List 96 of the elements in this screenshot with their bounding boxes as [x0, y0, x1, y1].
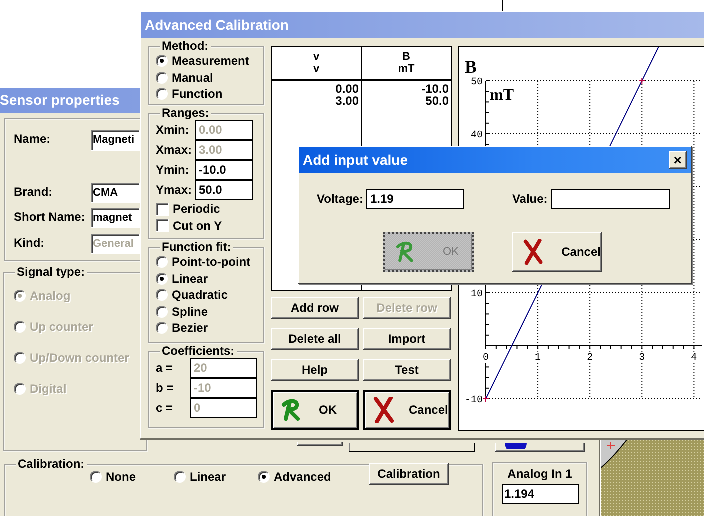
axis-title: B — [465, 57, 478, 77]
option-label: Point-to-point — [172, 255, 251, 270]
value-field[interactable]: 1.194 — [502, 484, 578, 504]
unit-label: mT — [490, 87, 514, 104]
option-label: Digital — [30, 382, 67, 396]
field-label: c = — [156, 400, 174, 416]
button[interactable]: Delete all — [271, 328, 359, 350]
option-label: Function — [172, 87, 223, 102]
field-label: Brand: — [14, 184, 54, 200]
option-label: Measurement — [172, 54, 250, 68]
radio-button[interactable] — [156, 322, 168, 334]
radio-button[interactable] — [156, 55, 168, 68]
checkbox[interactable] — [156, 202, 169, 216]
column-header: v — [312, 63, 321, 75]
cross-icon — [373, 397, 395, 423]
button[interactable] — [297, 442, 343, 446]
close-button[interactable]: × — [669, 151, 687, 169]
input-field[interactable]: 50.0 — [195, 180, 253, 200]
input-field[interactable]: CMA — [91, 183, 140, 203]
tick-label: 2 — [587, 353, 594, 364]
option-label: Linear — [172, 272, 208, 286]
option-label: None — [106, 470, 136, 484]
input-field[interactable]: magnet — [91, 208, 140, 228]
radio-button[interactable] — [156, 289, 168, 302]
button[interactable]: Add row — [271, 297, 359, 319]
field-label: Xmin: — [156, 122, 190, 138]
tick-label: -10 — [464, 396, 483, 406]
radio-button[interactable] — [90, 471, 102, 484]
input-field[interactable]: -10.0 — [195, 160, 253, 180]
group-label: Ranges: — [161, 107, 210, 120]
field-label: Short Name: — [14, 209, 86, 224]
ok-button[interactable]: OK — [271, 390, 359, 430]
cross-icon — [523, 239, 544, 265]
field-label: Ymin: — [156, 162, 190, 178]
group-label: Calibration: — [17, 458, 86, 471]
button[interactable]: Import — [363, 328, 451, 350]
option-label: Up/Down counter — [30, 351, 130, 366]
radio-button[interactable] — [156, 306, 168, 318]
field-label: Voltage: — [317, 192, 364, 206]
option-label: Periodic — [173, 202, 220, 216]
group-label: Signal type: — [16, 266, 86, 279]
window-title: Add input value — [303, 152, 408, 168]
radio-button[interactable] — [258, 471, 270, 484]
button[interactable] — [495, 443, 585, 452]
input-field[interactable]: 1.19 — [366, 189, 464, 209]
input-field[interactable] — [349, 443, 475, 452]
radio-button[interactable] — [156, 88, 168, 100]
calibration-button[interactable]: Calibration — [369, 463, 449, 486]
button[interactable]: Help — [271, 359, 359, 381]
cancel-button[interactable]: Cancel — [512, 232, 602, 272]
option-label: Cut on Y — [173, 218, 222, 233]
tick-label: 10 — [470, 290, 483, 300]
checkbox[interactable] — [156, 219, 169, 232]
field-label: Kind: — [14, 235, 46, 250]
cancel-button[interactable]: Cancel — [363, 390, 451, 430]
radio-button[interactable] — [156, 272, 168, 285]
point-marker — [638, 78, 646, 84]
option-label: Analog — [30, 289, 71, 304]
column-header: v — [312, 51, 321, 63]
input-field[interactable]: Magneti — [91, 130, 140, 150]
window-title: Sensor properties — [0, 92, 120, 109]
table-cell: 3.00 — [336, 95, 359, 107]
radio-button[interactable] — [156, 256, 168, 268]
point-marker — [482, 396, 490, 402]
table-cell: -10.0 — [422, 83, 449, 95]
window-title: Advanced Calibration — [145, 16, 289, 34]
panel-label: Analog In 1 — [508, 467, 572, 482]
group-label: Coefficients: — [161, 345, 236, 358]
option-label: Spline — [172, 304, 208, 319]
column-header: mT — [397, 63, 416, 75]
table-cell: 0.00 — [336, 83, 359, 95]
field-label: Value: — [512, 192, 548, 206]
field-label: b = — [156, 380, 175, 396]
group-label: Function fit: — [161, 241, 232, 254]
field-label: Xmax: — [156, 142, 192, 158]
option-label: Quadratic — [172, 288, 228, 302]
tick-label: 0 — [483, 353, 489, 364]
radio-button[interactable] — [174, 471, 186, 484]
field-label: a = — [156, 360, 174, 376]
group-label: Method: — [161, 40, 210, 53]
field-label: Name: — [14, 131, 52, 146]
button[interactable]: Test — [363, 359, 451, 381]
option-label: Manual — [172, 70, 214, 85]
tick-label: 4 — [691, 353, 698, 364]
option-label: Bezier — [172, 321, 208, 336]
tick-label: 50 — [470, 78, 483, 88]
field-label: Ymax: — [156, 182, 192, 198]
radio-button[interactable] — [156, 72, 168, 84]
tick-label: 3 — [639, 353, 646, 364]
table-cell: 50.0 — [426, 95, 449, 107]
option-label: Up counter — [30, 320, 94, 334]
column-header: B — [402, 51, 412, 63]
option-label: Linear — [190, 470, 226, 484]
tick-label: 40 — [470, 130, 483, 142]
option-label: Advanced — [274, 470, 332, 484]
input-field[interactable] — [550, 189, 670, 209]
